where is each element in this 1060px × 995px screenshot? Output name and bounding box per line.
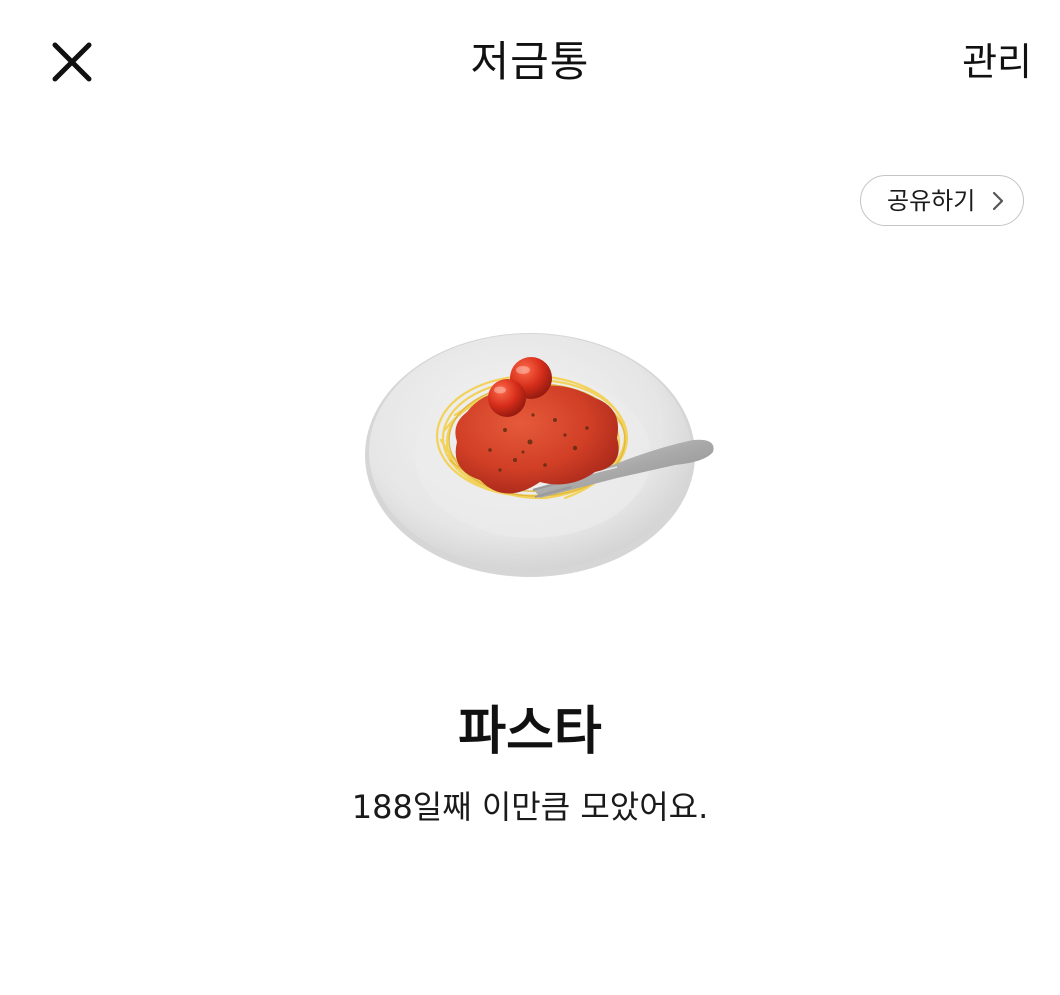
share-button[interactable]: 공유하기 — [860, 175, 1024, 226]
manage-button[interactable]: 관리 — [962, 34, 1032, 90]
item-name: 파스타 — [458, 702, 602, 762]
saved-days-message: 188일째 이만큼 모았어요. — [351, 788, 709, 826]
chevron-right-icon — [991, 190, 1005, 212]
top-bar: 저금통 관리 — [0, 0, 1060, 125]
pasta-illustration — [355, 320, 725, 590]
share-button-label: 공유하기 — [887, 186, 976, 215]
page-title: 저금통 — [470, 37, 590, 86]
